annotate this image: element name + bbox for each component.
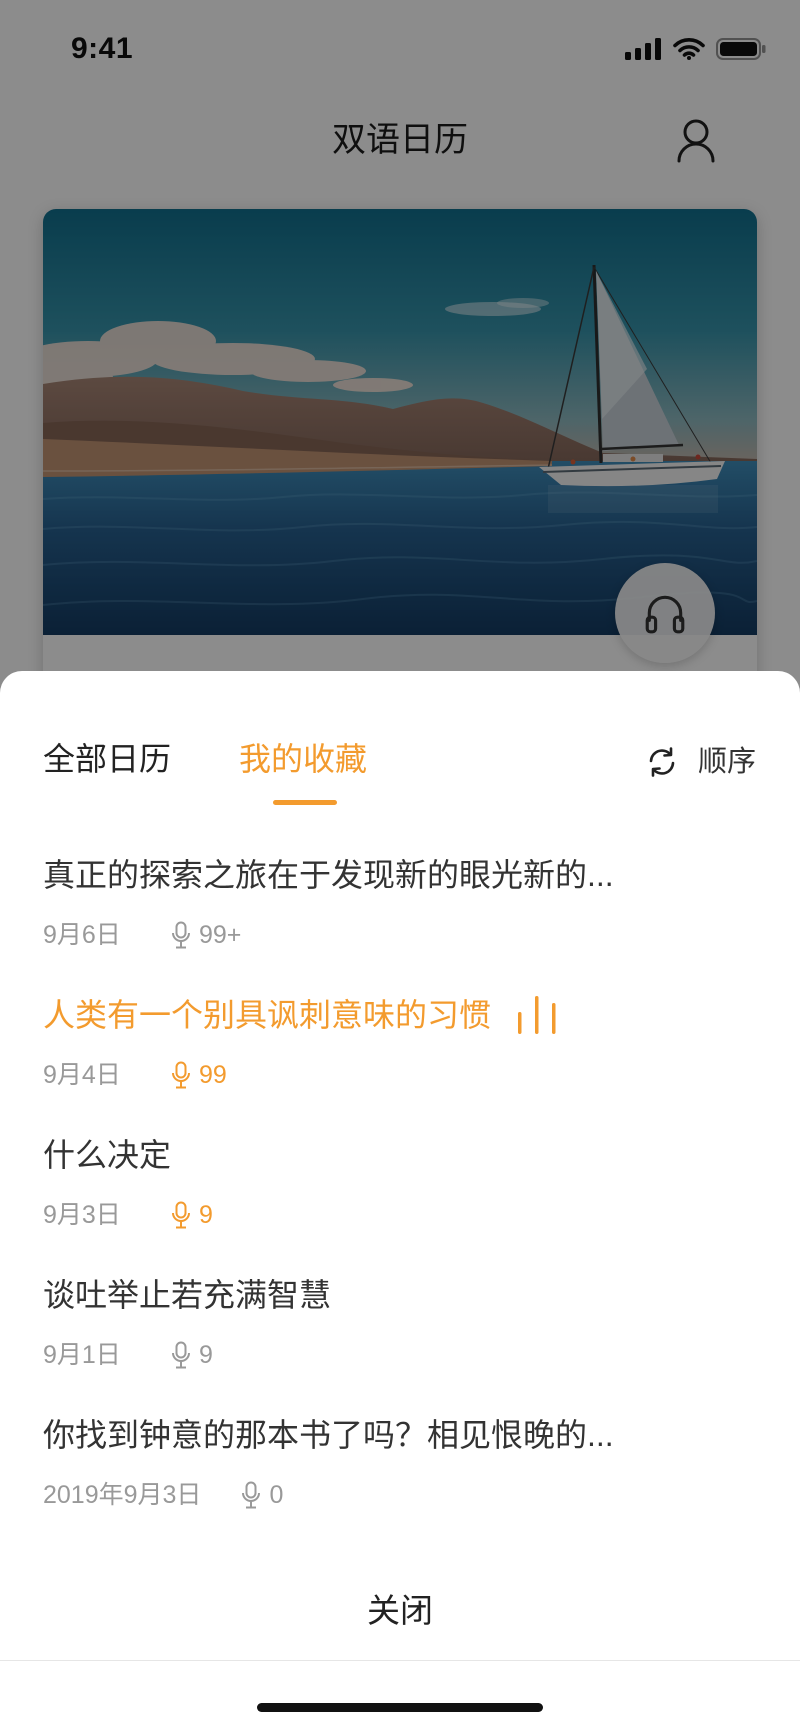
item-count: 0: [269, 1481, 284, 1509]
recording-count: 0: [241, 1475, 283, 1515]
item-meta: 9月3日 9: [43, 1195, 213, 1235]
list-item[interactable]: 真正的探索之旅在于发现新的眼光新的... 9月6日 99+: [43, 849, 757, 989]
item-meta: 2019年9月3日 0: [43, 1475, 283, 1515]
item-title-row: 谈吐举止若充满智慧: [43, 1269, 757, 1321]
item-meta: 9月6日 99+: [43, 915, 241, 955]
item-meta: 9月4日 99: [43, 1055, 227, 1095]
microphone-icon: [241, 1481, 261, 1509]
list-item[interactable]: 谈吐举止若充满智慧 9月1日 9: [43, 1269, 757, 1409]
item-count: 99: [199, 1061, 227, 1089]
item-count: 99+: [199, 921, 242, 949]
item-title-row: 真正的探索之旅在于发现新的眼光新的...: [43, 849, 757, 901]
item-count: 9: [199, 1201, 213, 1229]
microphone-icon: [171, 1061, 191, 1089]
item-title: 谈吐举止若充满智慧: [43, 1277, 332, 1313]
sort-order-button[interactable]: 顺序: [646, 743, 756, 781]
list-item[interactable]: 什么决定 9月3日 9: [43, 1129, 757, 1269]
active-tab-indicator: [273, 800, 337, 805]
recording-count: 99+: [171, 915, 241, 955]
microphone-icon: [171, 921, 191, 949]
close-button[interactable]: 关闭: [0, 1573, 800, 1643]
item-date: 2019年9月3日: [43, 1481, 202, 1509]
divider: [0, 1660, 800, 1661]
item-title: 人类有一个别具讽刺意味的习惯: [43, 997, 492, 1033]
microphone-icon: [171, 1341, 191, 1369]
recording-count: 9: [171, 1195, 213, 1235]
recording-count: 9: [171, 1335, 213, 1375]
microphone-icon: [171, 1201, 191, 1229]
item-title: 你找到钟意的那本书了吗？相见恨晚的...: [43, 1417, 614, 1453]
item-title: 什么决定: [43, 1137, 172, 1173]
recording-count: 99: [171, 1055, 227, 1095]
tab-my-favorites[interactable]: 我的收藏: [239, 739, 367, 779]
home-indicator: [257, 1703, 543, 1712]
refresh-icon: [646, 746, 678, 778]
item-date: 9月1日: [43, 1341, 121, 1369]
item-title-row: 人类有一个别具讽刺意味的习惯: [43, 989, 757, 1041]
item-meta: 9月1日 9: [43, 1335, 213, 1375]
item-date: 9月6日: [43, 921, 121, 949]
item-date: 9月3日: [43, 1201, 121, 1229]
item-date: 9月4日: [43, 1061, 121, 1089]
item-title: 真正的探索之旅在于发现新的眼光新的...: [43, 857, 614, 893]
list-item[interactable]: 人类有一个别具讽刺意味的习惯 9月4日 99: [43, 989, 757, 1129]
sort-label: 顺序: [698, 746, 757, 778]
tab-all-calendar[interactable]: 全部日历: [43, 739, 171, 779]
item-title-row: 什么决定: [43, 1129, 757, 1181]
item-count: 9: [199, 1341, 213, 1369]
item-title-row: 你找到钟意的那本书了吗？相见恨晚的...: [43, 1409, 757, 1461]
playing-bars-icon: [517, 996, 557, 1034]
calendar-list-sheet: 全部日历 我的收藏 顺序 真正的探索之旅在于发现新的眼光新的... 9月6日 9…: [0, 671, 800, 1732]
list-item[interactable]: 你找到钟意的那本书了吗？相见恨晚的... 2019年9月3日 0: [43, 1409, 757, 1549]
